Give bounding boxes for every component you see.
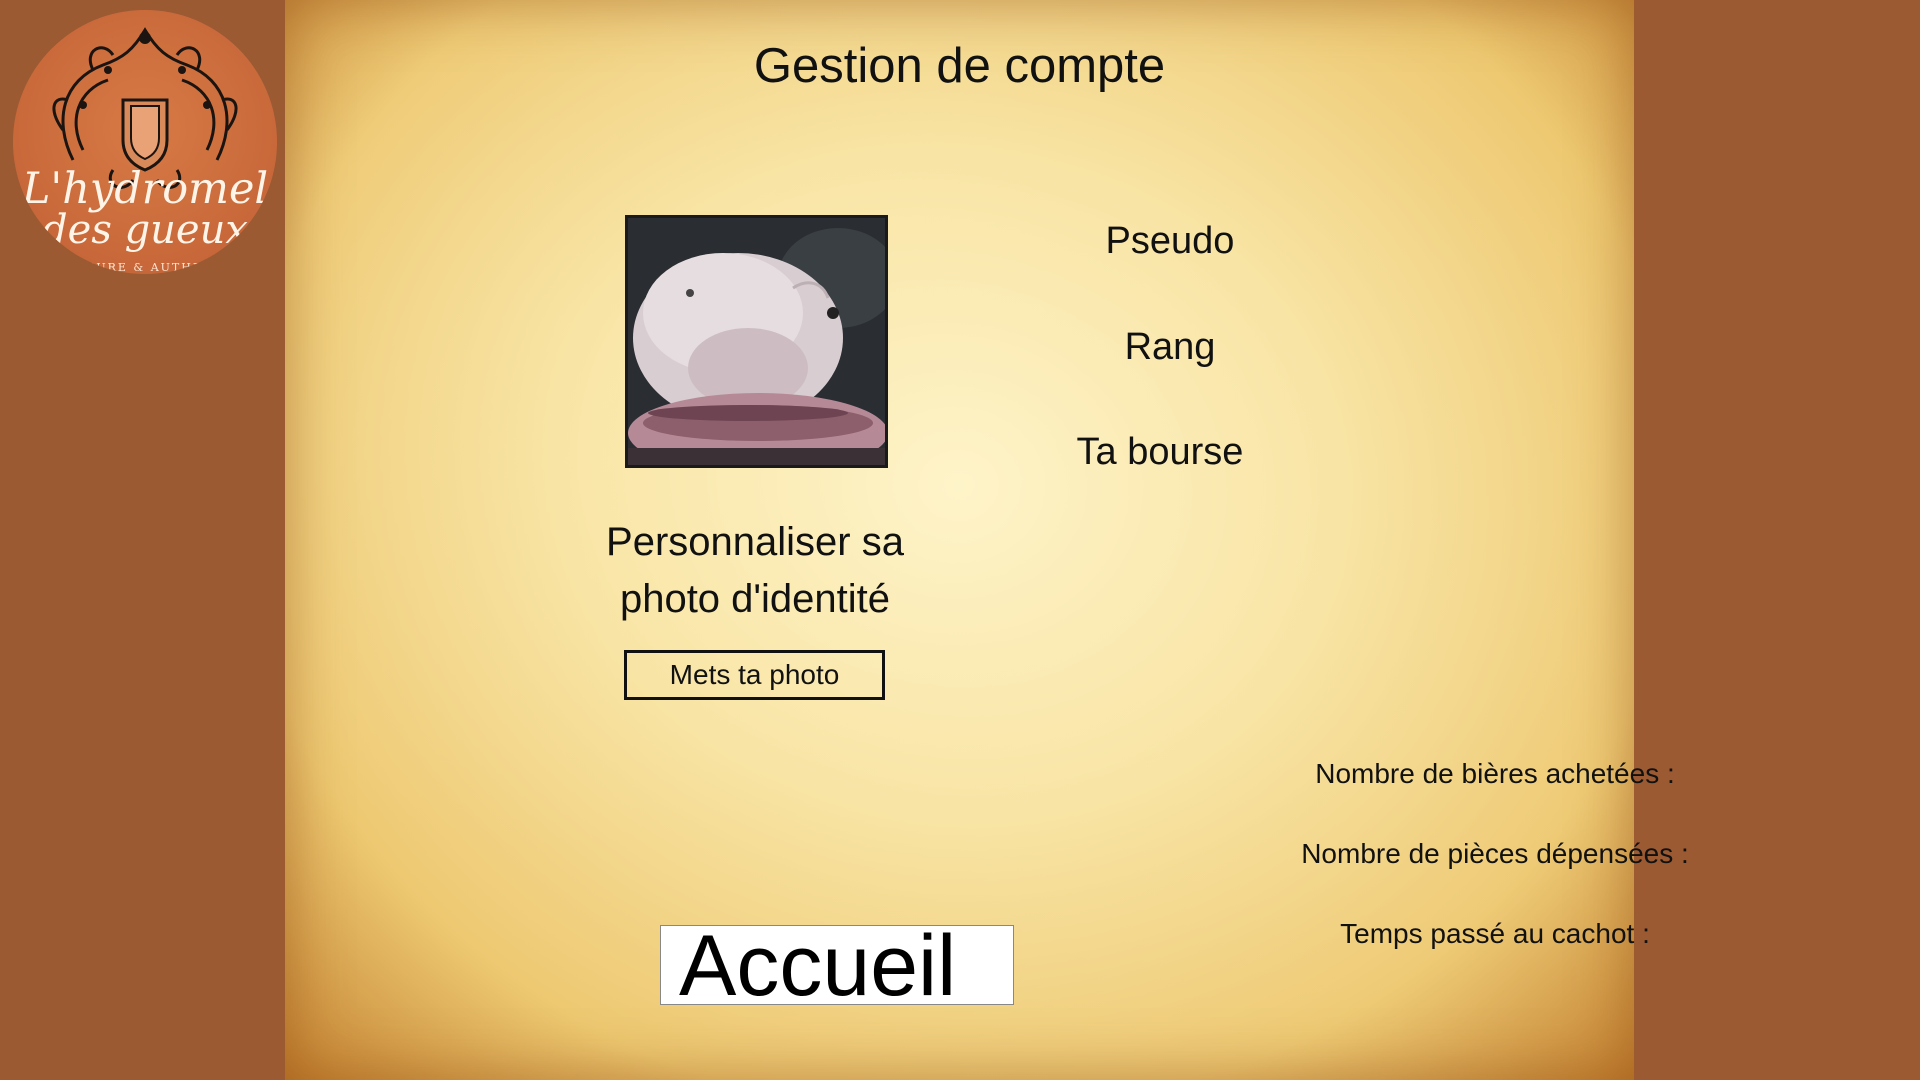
logo-title-line1: L'hydromel [21,164,269,214]
rank-label: Rang [1124,326,1216,368]
home-button[interactable]: Accueil [660,925,1014,1005]
coins-spent-label: Nombre de pièces dépensées : [1301,838,1689,869]
avatar [625,215,888,468]
page-title: Gestion de compte [753,39,1166,93]
pseudo-label: Pseudo [1105,220,1235,262]
app-window: L'hydromel des gueux PURE & AUTHE Gestio… [0,0,1920,1080]
logo-tagline: PURE & AUTHE [87,261,203,274]
parchment-panel: Gestion de compte Personnaliser sa photo… [285,0,1689,1080]
jail-time-label: Temps passé au cachot : [1340,918,1650,949]
customize-photo-label: Personnaliser sa photo d'identité [606,520,904,621]
brand-logo: L'hydromel des gueux PURE & AUTHE [13,10,277,274]
upload-photo-button[interactable]: Mets ta photo [624,650,885,700]
beers-bought-label: Nombre de bières achetées : [1315,758,1675,789]
purse-label: Ta bourse [1076,431,1244,473]
profile-photo [628,218,885,465]
logo-title-line2: des gueux [42,207,248,253]
